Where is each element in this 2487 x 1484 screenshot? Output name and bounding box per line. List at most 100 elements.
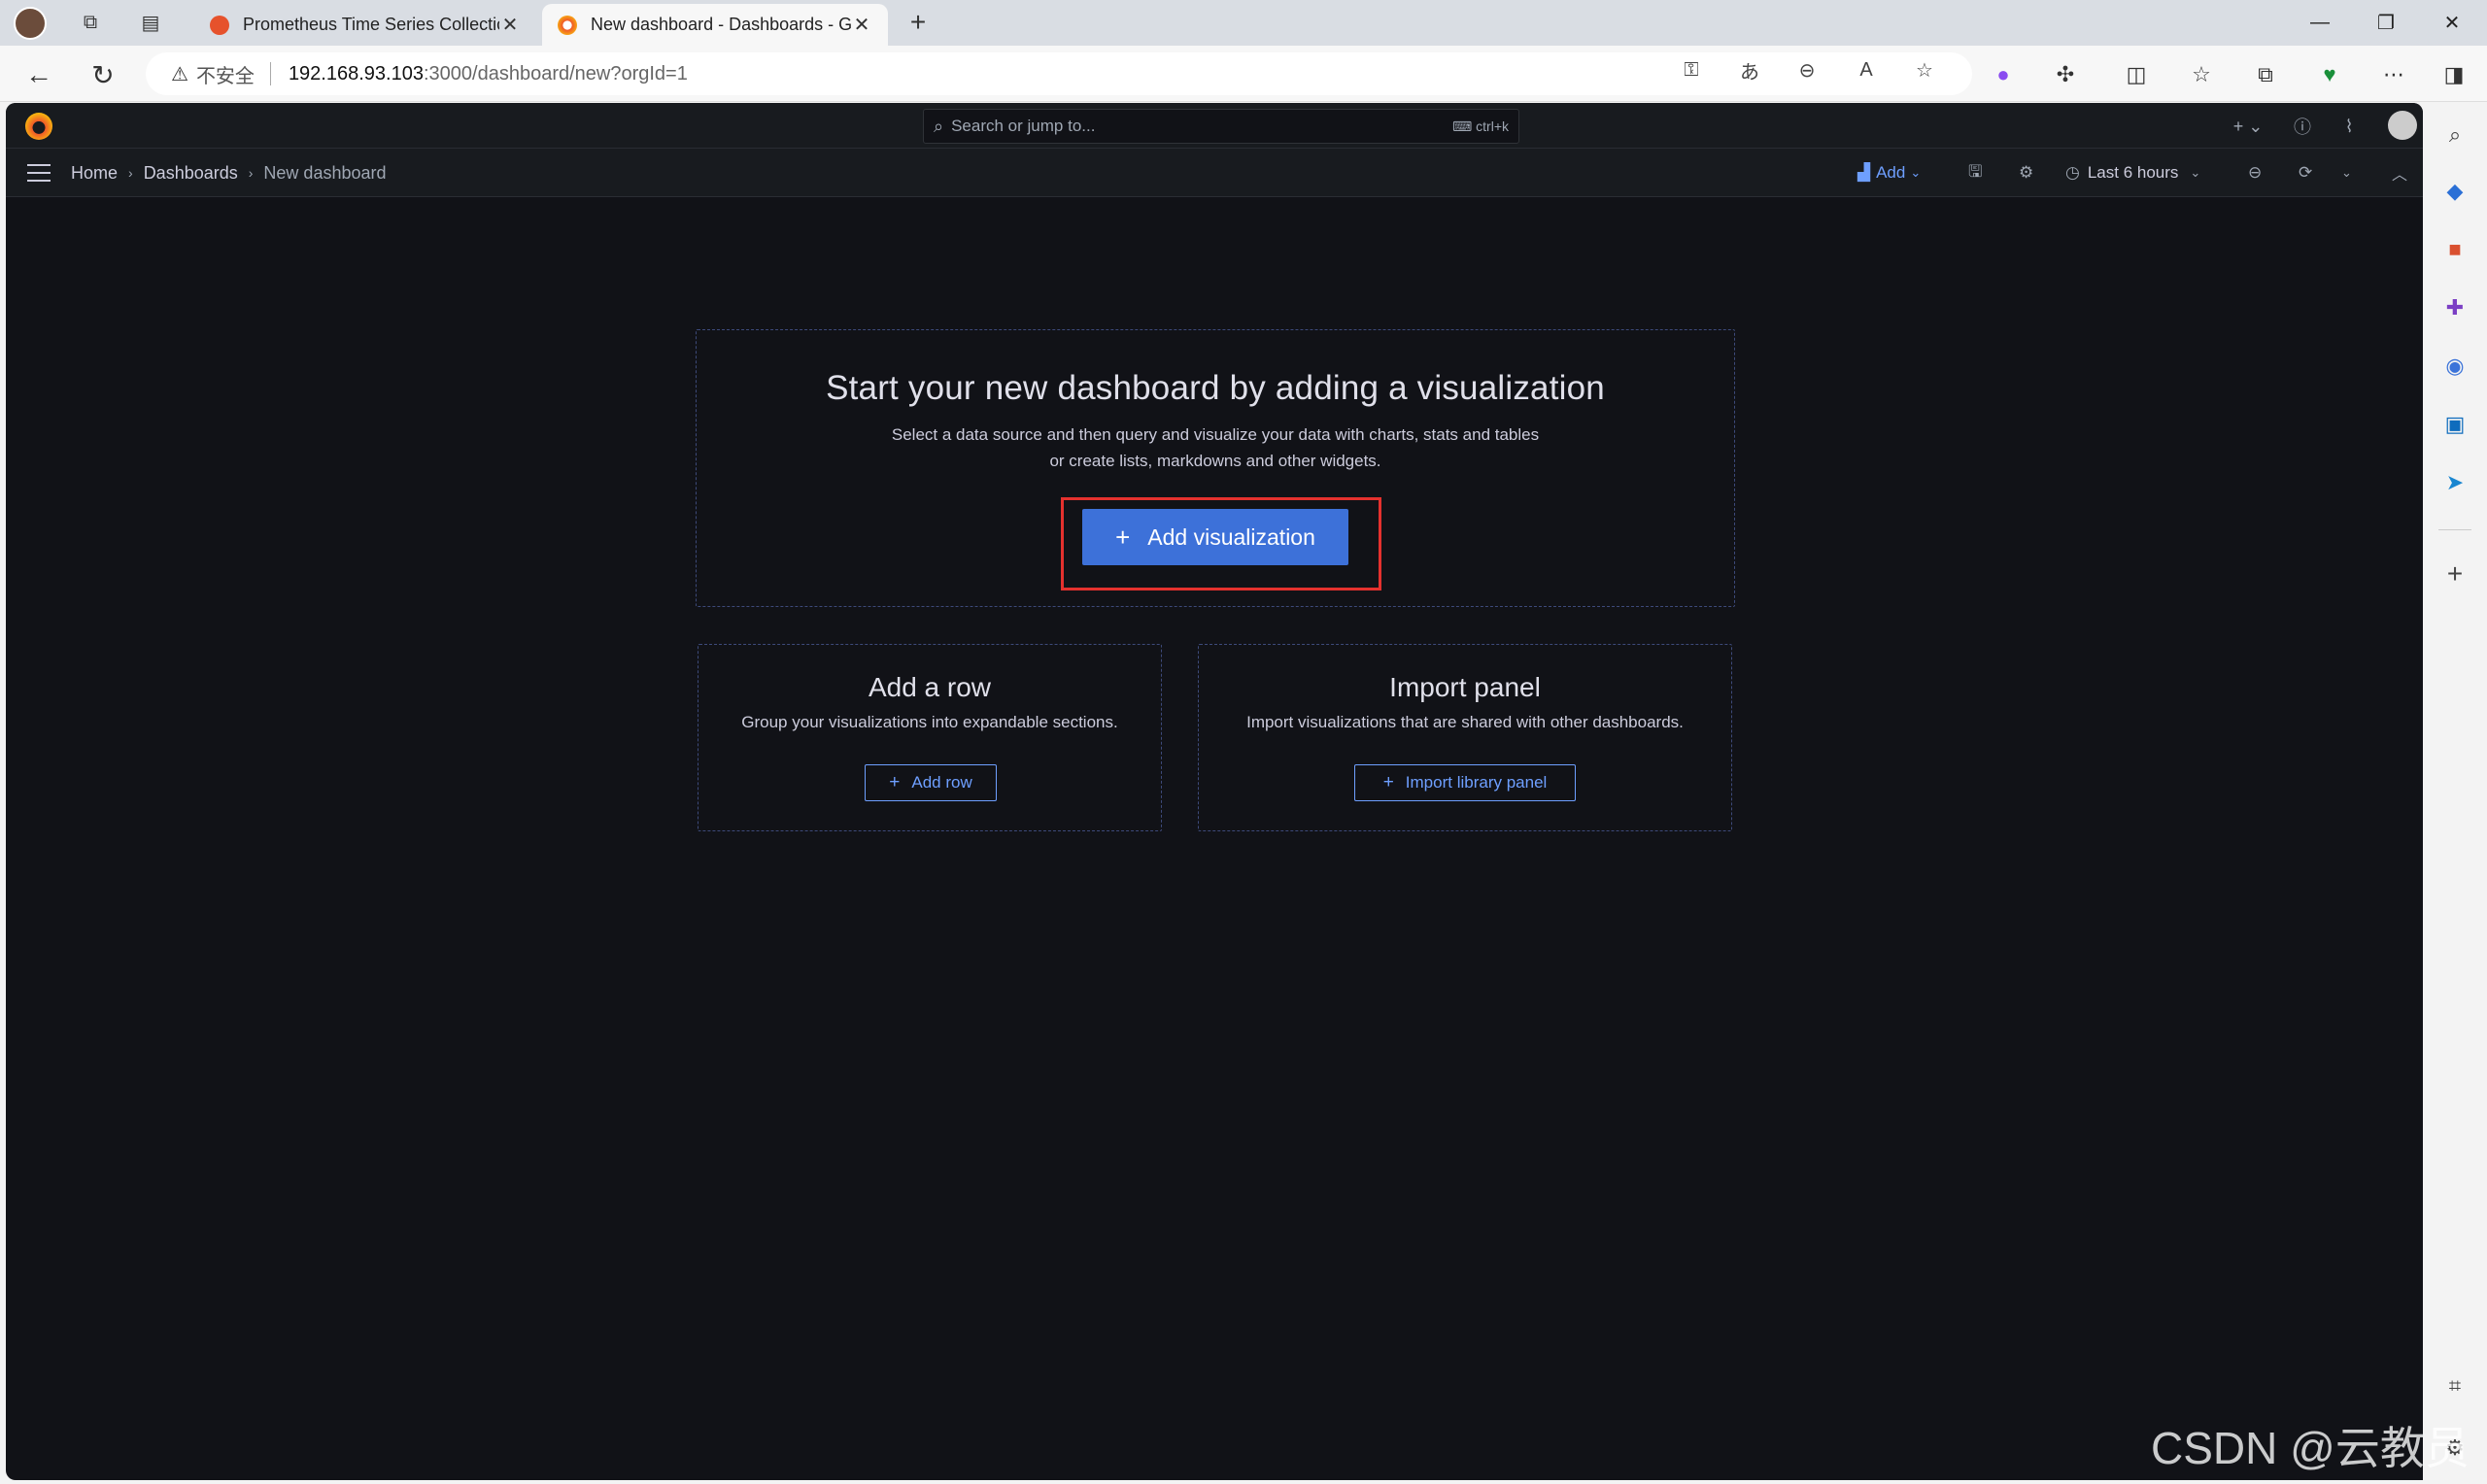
import-panel-box: Import panel Import visualizations that …	[1198, 644, 1732, 831]
chevron-right-icon: ›	[128, 165, 133, 181]
zoom-out-icon[interactable]: ⊖	[2248, 159, 2262, 186]
favorite-star-icon[interactable]: ☆	[1910, 55, 1939, 84]
more-menu-icon[interactable]: ⋯	[2378, 59, 2409, 90]
send-icon[interactable]: ➤	[2439, 467, 2470, 498]
search-icon: ⌕	[934, 116, 944, 136]
grafana-favicon-icon	[558, 15, 577, 35]
news-feed-icon[interactable]: ⌇	[2335, 113, 2363, 140]
sidebar-toggle-icon[interactable]: ◨	[2438, 59, 2470, 90]
menu-icon[interactable]	[27, 164, 51, 182]
restore-icon[interactable]: ❐	[2365, 6, 2407, 39]
key-icon[interactable]: ⚿	[1677, 55, 1706, 84]
browser-essentials-icon[interactable]: ♥	[2314, 59, 2345, 90]
collections-icon[interactable]: ⧉	[2250, 59, 2281, 90]
split-screen-icon[interactable]: ◫	[2121, 59, 2152, 90]
time-range-label: Last 6 hours	[2087, 163, 2179, 182]
empty-state-panel: Start your new dashboard by adding a vis…	[696, 329, 1735, 607]
chevron-down-icon: ⌄	[1910, 165, 1922, 180]
copilot-icon[interactable]: ●	[1988, 59, 2019, 90]
shortcut-text: ctrl+k	[1476, 118, 1509, 134]
save-icon[interactable]: 🖫	[1968, 159, 1982, 186]
plus-icon: +	[889, 772, 901, 793]
prometheus-favicon-icon	[210, 15, 229, 35]
import-panel-title: Import panel	[1389, 672, 1541, 702]
collapse-toolbar-icon[interactable]: ︿	[2392, 159, 2407, 186]
profile-avatar[interactable]	[14, 7, 47, 40]
url-host: 192.168.93.103	[288, 62, 424, 84]
add-panel-icon: ▟	[1857, 163, 1871, 182]
add-sidebar-app-icon[interactable]: +	[2439, 558, 2470, 590]
add-row-label: Add row	[911, 773, 972, 792]
csdn-watermark: CSDN @云教员	[2151, 1423, 2470, 1473]
add-row-title: Add a row	[868, 672, 992, 702]
url-path: :3000/dashboard/new?orgId=1	[423, 62, 688, 84]
add-row-button[interactable]: + Add row	[865, 764, 997, 801]
extensions-icon[interactable]: ✣	[2050, 59, 2081, 90]
plus-icon: +	[1382, 772, 1394, 793]
reload-icon[interactable]: ↻	[85, 57, 120, 92]
refresh-icon[interactable]: ⟳	[2299, 159, 2312, 186]
zoom-icon[interactable]: ⊖	[1792, 55, 1822, 84]
back-icon[interactable]: ←	[21, 57, 56, 92]
edge-sidebar: ⌕ ◆ ■ ✚ ◉ ▣ ➤ + ⌗ ⚙	[2423, 102, 2487, 1484]
tab-new-dashboard[interactable]: New dashboard - Dashboards - G ✕	[542, 4, 888, 46]
tab-prometheus[interactable]: Prometheus Time Series Collectio ✕	[194, 4, 536, 46]
add-visualization-button[interactable]: + Add visualization	[1082, 509, 1348, 565]
add-label: Add	[1876, 163, 1906, 182]
breadcrumb-current: New dashboard	[263, 162, 387, 183]
time-picker-button[interactable]: ◷ Last 6 hours ⌄	[2065, 159, 2200, 186]
microsoft365-icon[interactable]: ◉	[2439, 351, 2470, 382]
grafana-app: ⌕ Search or jump to... ⌨ ctrl+k + ⌄ ⓘ ⌇ …	[6, 103, 2423, 1480]
empty-state-title: Start your new dashboard by adding a vis…	[826, 369, 1605, 407]
refresh-interval-chevron-icon[interactable]: ⌄	[2341, 159, 2352, 186]
search-placeholder: Search or jump to...	[951, 117, 1096, 135]
browser-toolbar: ← ↻ ⚠ 不安全 192.168.93.103:3000/dashboard/…	[0, 46, 2487, 102]
divider	[269, 62, 271, 85]
outlook-icon[interactable]: ▣	[2439, 409, 2470, 440]
workspaces-icon[interactable]: ⧉	[76, 8, 105, 37]
import-panel-description: Import visualizations that are shared wi…	[1246, 713, 1684, 731]
add-visualization-label: Add visualization	[1147, 523, 1315, 550]
add-row-description: Group your visualizations into expandabl…	[741, 713, 1118, 731]
browser-tab-bar: ⧉ ▤ Prometheus Time Series Collectio ✕ N…	[0, 0, 2487, 46]
shopping-tag-icon[interactable]: ◆	[2439, 176, 2470, 207]
new-menu-icon[interactable]: + ⌄	[2229, 113, 2267, 140]
add-dropdown-button[interactable]: ▟ Add ⌄	[1857, 159, 1921, 186]
favorites-icon[interactable]: ☆	[2186, 59, 2217, 90]
screenshot-icon[interactable]: ⌗	[2439, 1370, 2470, 1401]
import-library-panel-button[interactable]: + Import library panel	[1354, 764, 1576, 801]
user-avatar[interactable]	[2388, 111, 2417, 140]
new-tab-icon[interactable]: +	[903, 7, 933, 37]
translate-icon[interactable]: あ	[1735, 55, 1764, 84]
grafana-logo-icon[interactable]	[25, 113, 52, 140]
read-aloud-icon[interactable]: A	[1852, 55, 1881, 84]
empty-state-description: Select a data source and then query and …	[891, 425, 1540, 444]
minimize-icon[interactable]: —	[2299, 6, 2341, 39]
warning-icon: ⚠	[171, 63, 188, 85]
empty-state-description-2: or create lists, markdowns and other wid…	[1049, 452, 1381, 470]
breadcrumb-home[interactable]: Home	[71, 163, 118, 184]
breadcrumb: Home › Dashboards › New dashboard	[71, 149, 387, 197]
add-row-panel: Add a row Group your visualizations into…	[698, 644, 1162, 831]
chevron-right-icon: ›	[248, 165, 254, 181]
close-tab-icon[interactable]: ✕	[851, 13, 872, 37]
search-icon[interactable]: ⌕	[2439, 119, 2470, 151]
tab-title: Prometheus Time Series Collectio	[243, 15, 499, 34]
search-input[interactable]: ⌕ Search or jump to... ⌨ ctrl+k	[923, 109, 1519, 144]
sidebar-divider	[2438, 529, 2471, 530]
tools-icon[interactable]: ■	[2439, 234, 2470, 265]
security-label[interactable]: 不安全	[196, 60, 255, 88]
help-icon[interactable]: ⓘ	[2289, 113, 2316, 140]
games-icon[interactable]: ✚	[2439, 292, 2470, 323]
chevron-down-icon: ⌄	[2190, 165, 2201, 180]
plus-icon: +	[1115, 522, 1131, 552]
grafana-top-nav: ⌕ Search or jump to... ⌨ ctrl+k + ⌄ ⓘ ⌇	[6, 103, 2423, 149]
settings-gear-icon[interactable]: ⚙	[2019, 159, 2033, 186]
tab-title: New dashboard - Dashboards - G	[591, 15, 851, 34]
import-library-panel-label: Import library panel	[1405, 773, 1548, 792]
close-tab-icon[interactable]: ✕	[499, 13, 521, 37]
close-window-icon[interactable]: ✕	[2431, 6, 2473, 39]
vertical-tabs-icon[interactable]: ▤	[136, 8, 165, 37]
breadcrumb-dashboards[interactable]: Dashboards	[144, 163, 238, 184]
clock-icon: ◷	[2065, 163, 2080, 182]
